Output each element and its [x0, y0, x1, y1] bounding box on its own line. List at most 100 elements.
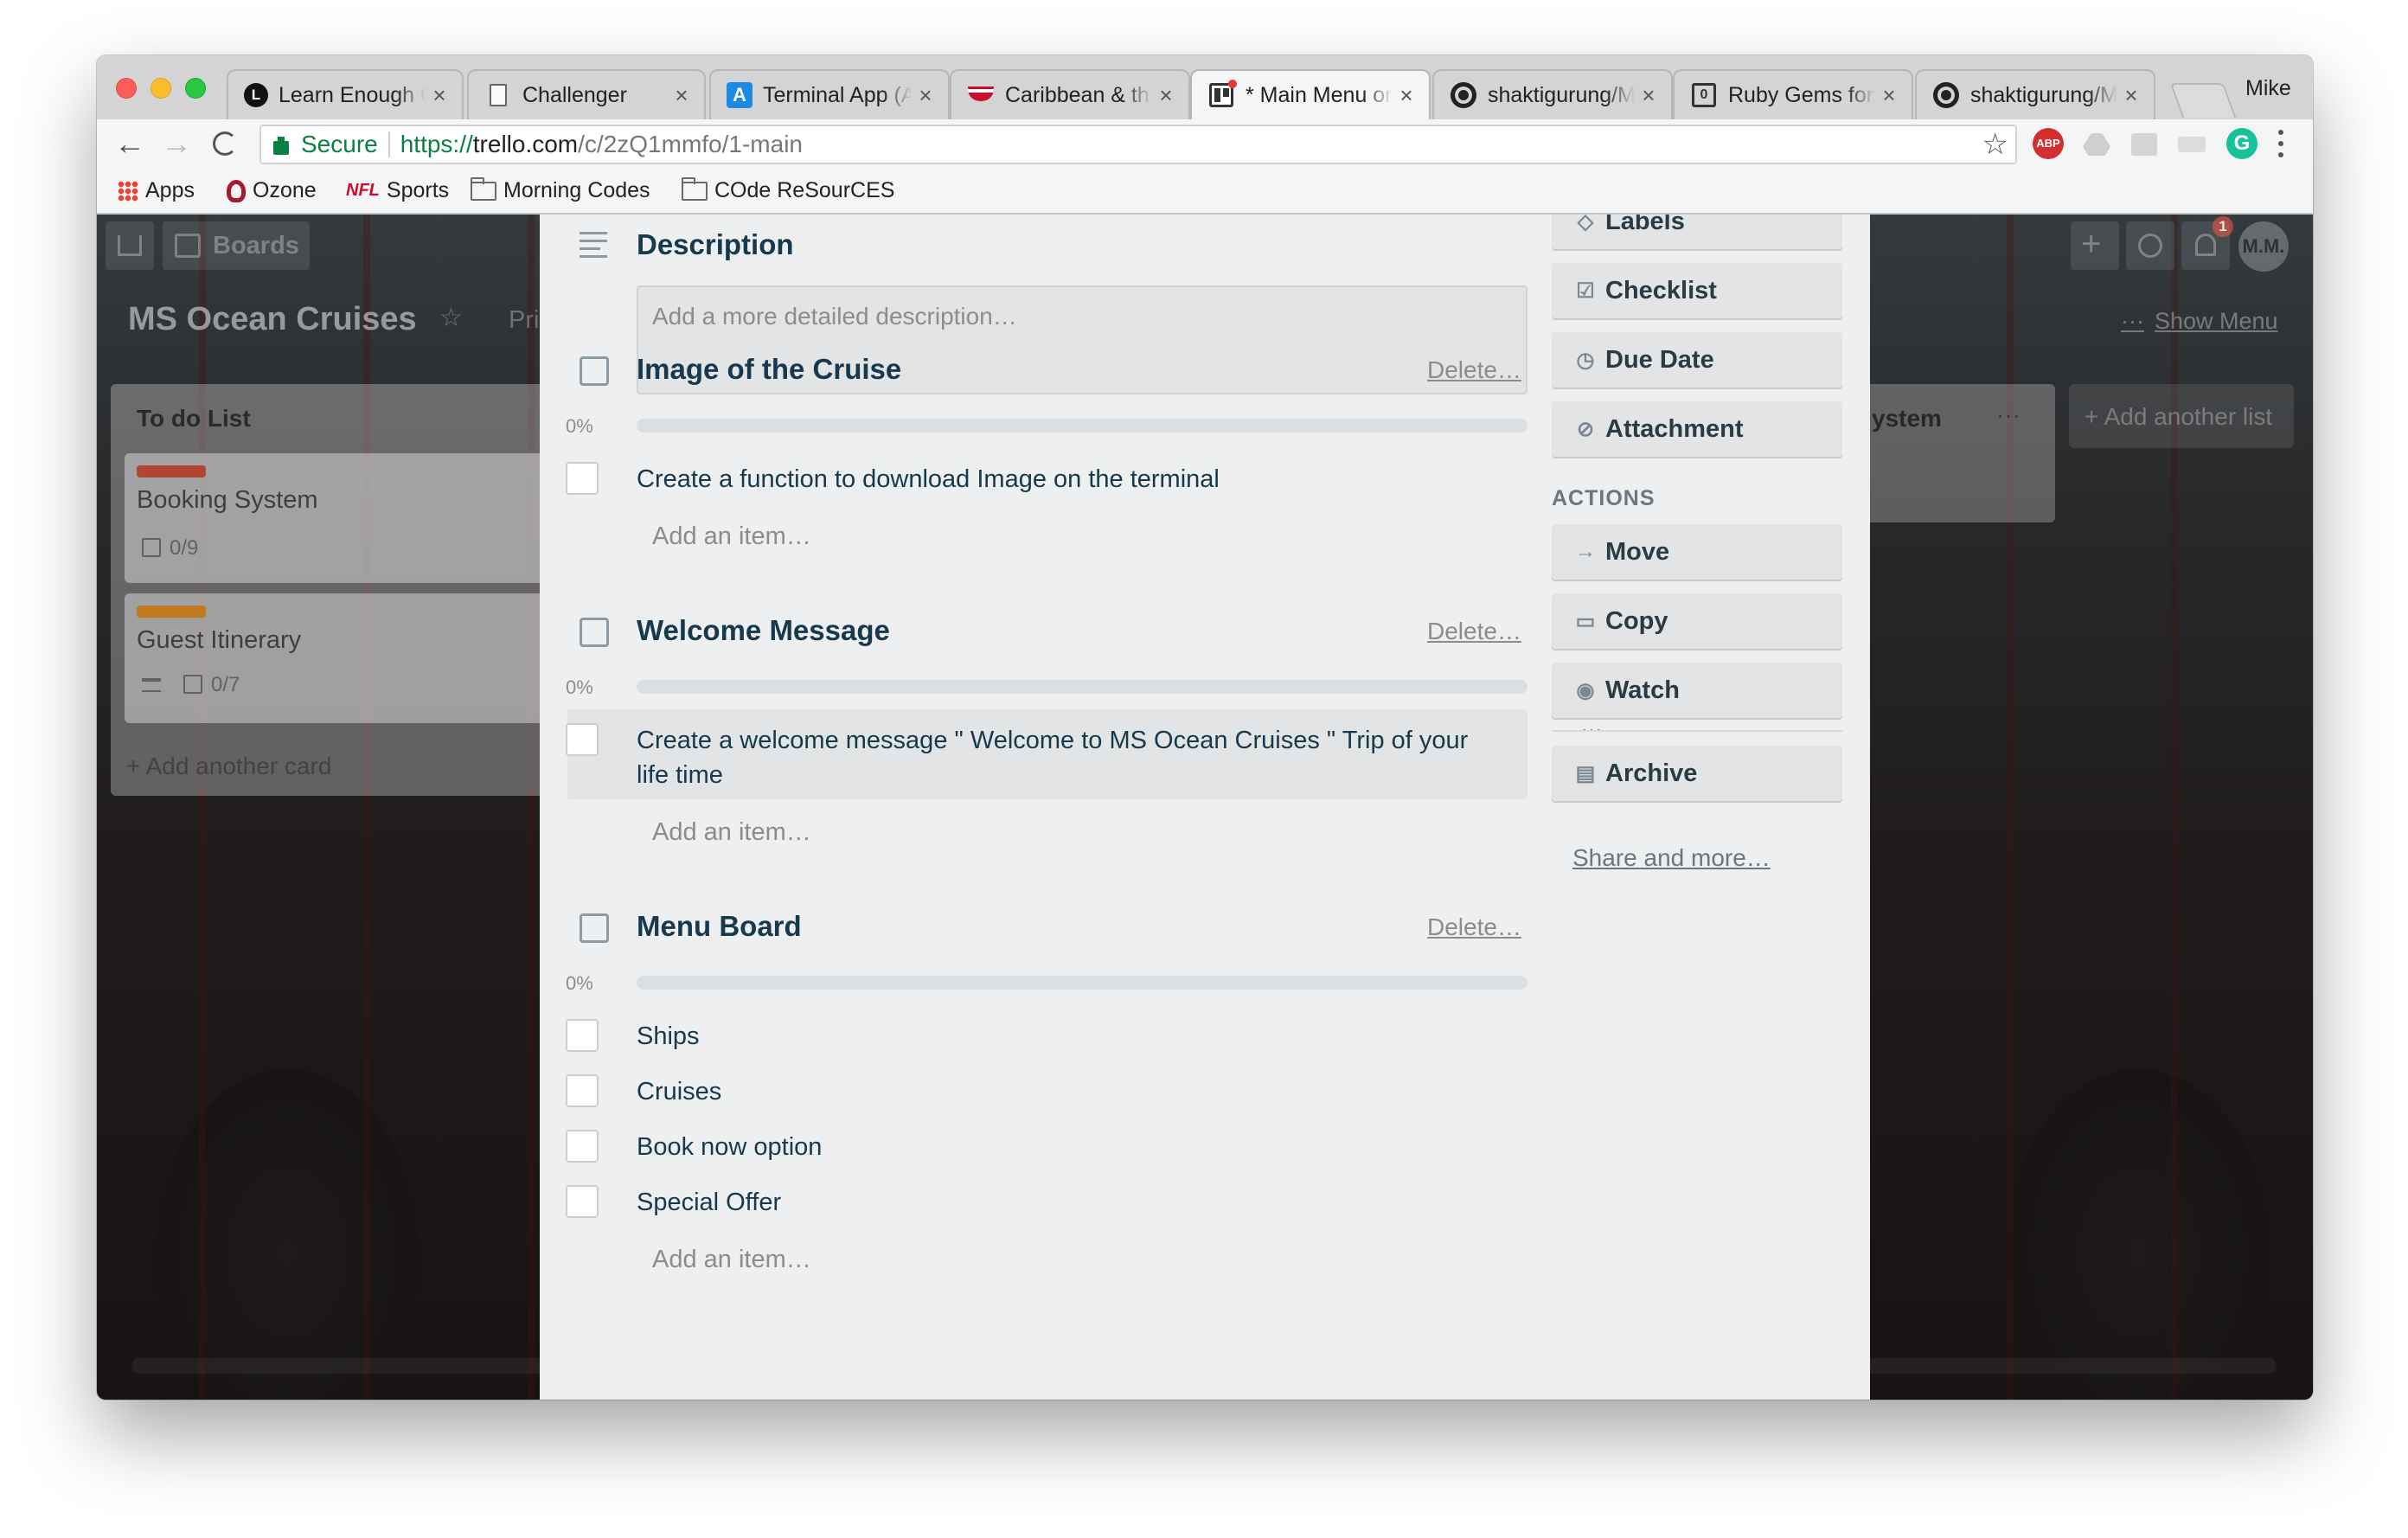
- copy-button[interactable]: ▭ Copy: [1552, 593, 1842, 649]
- notifications-button[interactable]: 1: [2181, 216, 2233, 270]
- tab-github-1[interactable]: shaktigurung/M ×: [1432, 69, 1673, 119]
- checklist-item[interactable]: Special Offer: [637, 1189, 781, 1217]
- checklist-icon: [580, 913, 609, 943]
- tab-challenger[interactable]: Challenger ×: [467, 69, 706, 119]
- archive-button[interactable]: ▤ Archive: [1552, 746, 1842, 801]
- bookmark-code-resources[interactable]: COde ReSourCES: [682, 176, 894, 203]
- drive-icon[interactable]: [2083, 133, 2110, 156]
- button-label: Due Date: [1605, 345, 1714, 374]
- watch-button[interactable]: ◉ Watch: [1552, 663, 1842, 718]
- learn-enough-icon: L: [244, 83, 268, 107]
- address-bar[interactable]: Secure https://trello.com/c/2zQ1mmfo/1-m…: [259, 125, 2017, 164]
- delete-checklist-link[interactable]: Delete…: [1427, 356, 1521, 384]
- add-list-button[interactable]: + Add another list: [2069, 384, 2294, 448]
- move-button[interactable]: → Move: [1552, 524, 1842, 580]
- tab-caribbean[interactable]: Caribbean & th ×: [950, 69, 1190, 119]
- delete-checklist-link[interactable]: Delete…: [1427, 913, 1521, 941]
- checklist-icon: [142, 538, 161, 557]
- kebab-menu-icon[interactable]: [2278, 128, 2283, 159]
- tab-close-icon[interactable]: ×: [2117, 82, 2145, 109]
- bookmark-apps[interactable]: Apps: [118, 178, 195, 203]
- extension-icon[interactable]: [2178, 137, 2206, 152]
- checklist-item[interactable]: Create a welcome message " Welcome to MS…: [637, 727, 1468, 755]
- board-title[interactable]: MS Ocean Cruises: [128, 301, 417, 338]
- checklist-title[interactable]: Welcome Message: [637, 614, 890, 647]
- bookmark-sports[interactable]: NFL Sports: [346, 178, 449, 203]
- star-icon[interactable]: ☆: [1982, 126, 2008, 163]
- extension-icon[interactable]: [2131, 133, 2157, 156]
- add-item-link[interactable]: Add an item…: [652, 818, 811, 847]
- add-item-link[interactable]: Add an item…: [652, 522, 811, 551]
- notification-badge: 1: [2213, 216, 2233, 237]
- tab-learn-enough[interactable]: L Learn Enough C ×: [227, 69, 464, 119]
- checklist-item[interactable]: Cruises: [637, 1078, 721, 1106]
- home-button[interactable]: [106, 221, 154, 270]
- home-icon: [118, 235, 142, 256]
- add-card-link[interactable]: + Add another card: [126, 753, 331, 780]
- checklist-checkbox[interactable]: [566, 462, 599, 495]
- card-detail-modal: Description Add a more detailed descript…: [540, 215, 1870, 1400]
- forward-arrow-icon[interactable]: →: [161, 126, 192, 161]
- bookmark-morning-codes[interactable]: Morning Codes: [471, 176, 650, 203]
- tab-main-menu[interactable]: * Main Menu or ×: [1190, 69, 1431, 119]
- copy-icon: ▭: [1575, 609, 1596, 633]
- list-title[interactable]: ystem: [1872, 405, 1942, 433]
- more-icon: ···: [2121, 308, 2144, 334]
- browser-toolbar: ← → Secure https://trello.com/c/2zQ1mmfo…: [97, 119, 2313, 170]
- checklist-button[interactable]: ☑ Checklist: [1552, 263, 1842, 318]
- profile-name[interactable]: Mike: [2245, 76, 2291, 101]
- delete-checklist-link[interactable]: Delete…: [1427, 618, 1521, 645]
- star-board-icon[interactable]: ☆: [439, 303, 463, 333]
- card-title: Booking System: [137, 486, 318, 514]
- add-item-link[interactable]: Add an item…: [652, 1246, 811, 1274]
- labels-button[interactable]: ◇ Labels: [1552, 215, 1842, 249]
- board-visibility[interactable]: Pri: [509, 306, 539, 335]
- checklist-checkbox[interactable]: [566, 1185, 599, 1218]
- tab-close-icon[interactable]: ×: [1635, 82, 1662, 109]
- boards-button[interactable]: Boards: [163, 221, 310, 270]
- tab-close-icon[interactable]: ×: [668, 82, 695, 109]
- tab-close-icon[interactable]: ×: [1875, 82, 1903, 109]
- attachment-button[interactable]: ⊘ Attachment: [1552, 401, 1842, 457]
- checklist-item[interactable]: Ships: [637, 1022, 700, 1051]
- checklist-checkbox[interactable]: [566, 1074, 599, 1107]
- tab-terminal-app[interactable]: A Terminal App (A ×: [709, 69, 950, 119]
- checklist-item[interactable]: Book now option: [637, 1133, 822, 1162]
- bookmark-ozone[interactable]: Ozone: [227, 178, 317, 203]
- checklist-title[interactable]: Menu Board: [637, 910, 802, 943]
- checklist-item[interactable]: Create a function to download Image on t…: [637, 465, 1220, 494]
- info-button[interactable]: [2126, 221, 2174, 270]
- show-menu-link[interactable]: ··· Show Menu: [2121, 308, 2278, 335]
- due-date-button[interactable]: ◷ Due Date: [1552, 332, 1842, 388]
- card-booking-system[interactable]: Booking System 0/9: [125, 453, 557, 583]
- tab-close-icon[interactable]: ×: [426, 82, 453, 109]
- add-button[interactable]: +: [2071, 221, 2119, 270]
- tab-close-icon[interactable]: ×: [1393, 82, 1420, 109]
- card-guest-itinerary[interactable]: Guest Itinerary 0/7: [125, 593, 557, 723]
- back-arrow-icon[interactable]: ←: [114, 126, 145, 161]
- tab-close-icon[interactable]: ×: [912, 82, 939, 109]
- checklist-icon: [580, 618, 609, 647]
- close-window-button[interactable]: [116, 78, 137, 99]
- description-heading: Description: [637, 228, 794, 260]
- grammarly-icon[interactable]: G: [2226, 128, 2258, 159]
- tab-github-2[interactable]: shaktigurung/M ×: [1915, 69, 2155, 119]
- list-title[interactable]: To do List: [137, 405, 251, 433]
- checklist-checkbox[interactable]: [566, 1019, 599, 1052]
- eye-icon: ◉: [1576, 678, 1595, 702]
- tab-ruby-gems[interactable]: 0 Ruby Gems for ×: [1673, 69, 1913, 119]
- checklist-item-continued[interactable]: life time: [637, 761, 723, 790]
- checklist-checkbox[interactable]: [566, 723, 599, 756]
- checklist-title[interactable]: Image of the Cruise: [637, 353, 901, 386]
- reload-icon[interactable]: [213, 131, 237, 156]
- new-tab-button[interactable]: [2169, 83, 2237, 118]
- avatar[interactable]: M.M.: [2238, 221, 2289, 272]
- tab-close-icon[interactable]: ×: [1152, 82, 1180, 109]
- list-menu-icon[interactable]: ···: [1996, 401, 2021, 429]
- zoom-window-button[interactable]: [185, 78, 206, 99]
- minimize-window-button[interactable]: [150, 78, 171, 99]
- paperclip-icon: ⊘: [1576, 417, 1595, 441]
- checklist-checkbox[interactable]: [566, 1130, 599, 1163]
- share-and-more-link[interactable]: Share and more…: [1572, 844, 1771, 872]
- adblock-icon[interactable]: ABP: [2033, 128, 2064, 159]
